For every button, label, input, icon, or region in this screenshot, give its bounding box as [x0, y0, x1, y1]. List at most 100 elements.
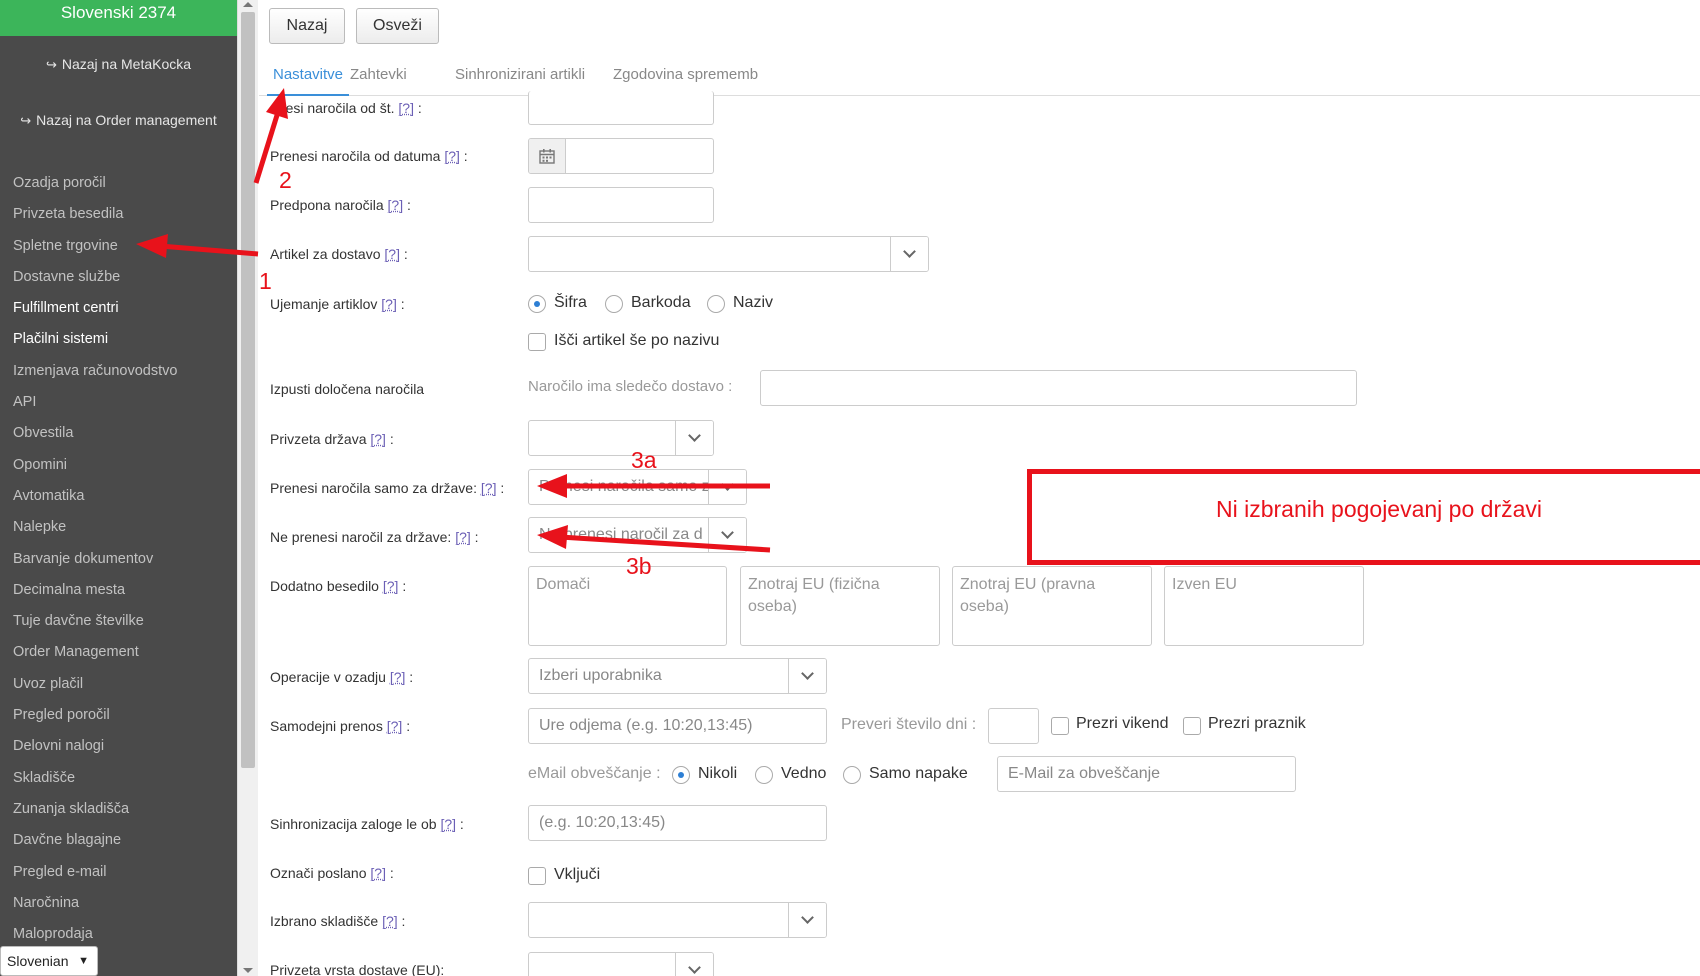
sidebar-item[interactable]: Izmenjava računovodstvo — [0, 356, 237, 387]
stock-sync-placeholder: (e.g. 10:20,13:45) — [539, 814, 666, 831]
match-name-radio[interactable] — [707, 295, 725, 313]
pickup-hours-input[interactable]: Ure odjema (e.g. 10:20,13:45) — [528, 708, 827, 744]
annotation-number-1: 1 — [259, 268, 272, 294]
sidebar-item[interactable]: Fulfillment centri — [0, 293, 237, 324]
extra-text-label: Dodatno besedilo [?] : — [270, 578, 407, 594]
scrollbar[interactable] — [237, 0, 258, 976]
help-link[interactable]: [?] — [440, 816, 456, 832]
sign-out-icon: ↪ — [45, 57, 57, 72]
sidebar-item[interactable]: API — [0, 387, 237, 418]
sidebar-item[interactable]: Obvestila — [0, 418, 237, 449]
sidebar-menu: Ozadja poročil Privzeta besedila Spletne t… — [0, 168, 237, 950]
help-link[interactable]: [?] — [384, 246, 400, 262]
extra-text-eu-company[interactable]: Znotraj EU (pravna oseba) — [952, 566, 1152, 646]
help-link[interactable]: [?] — [388, 197, 404, 213]
language-value: Slovenian — [7, 953, 69, 969]
match-code-radio[interactable] — [528, 295, 546, 313]
only-countries-select[interactable]: Prenesi naročila samo z — [528, 469, 747, 505]
help-link[interactable]: [?] — [382, 913, 398, 929]
sidebar-item[interactable]: Delovni nalogi — [0, 731, 237, 762]
refresh-button[interactable]: Osveži — [356, 8, 439, 44]
help-link[interactable]: [?] — [381, 296, 397, 312]
annotation-box: Ni izbranih pogojevanj po državi — [1027, 469, 1700, 565]
sidebar-item[interactable]: Pregled e-mail — [0, 857, 237, 888]
orders-from-number-input[interactable] — [528, 91, 714, 125]
default-delivery-eu-select[interactable] — [528, 952, 714, 976]
sidebar-item[interactable]: Ozadja poročil — [0, 168, 237, 199]
chevron-down-icon: ▼ — [78, 955, 89, 967]
tab-requests[interactable]: Zahtevki — [344, 62, 413, 96]
sidebar-item[interactable]: Opomini — [0, 450, 237, 481]
sidebar-item[interactable]: Barvanje dokumentov — [0, 544, 237, 575]
sidebar-item[interactable]: Naročnina — [0, 888, 237, 919]
calendar-icon[interactable] — [529, 139, 566, 173]
default-country-select[interactable] — [528, 420, 714, 456]
help-link[interactable]: [?] — [481, 480, 497, 496]
help-link[interactable]: [?] — [383, 578, 399, 594]
help-link[interactable]: [?] — [398, 100, 414, 116]
email-never-label: Nikoli — [698, 765, 738, 782]
email-errors-only-radio[interactable] — [843, 766, 861, 784]
exclude-countries-select[interactable]: Ne prenesi naročil za d — [528, 517, 747, 553]
sidebar-item[interactable]: Tuje davčne številke — [0, 606, 237, 637]
select-user-select[interactable]: Izberi uporabnika — [528, 658, 827, 694]
order-prefix-input[interactable] — [528, 187, 714, 223]
delivery-article-select[interactable] — [528, 236, 929, 272]
skip-weekend-checkbox[interactable] — [1051, 717, 1069, 735]
sidebar-item[interactable]: Zunanja skladišča — [0, 794, 237, 825]
help-link[interactable]: [?] — [444, 148, 460, 164]
scroll-down-arrow-icon[interactable] — [243, 968, 253, 973]
sidebar-item[interactable]: Avtomatika — [0, 481, 237, 512]
sidebar-item[interactable]: Privzeta besedila — [0, 199, 237, 230]
scroll-up-arrow-icon[interactable] — [243, 2, 253, 7]
skip-condition-label: Naročilo ima sledečo dostavo : — [528, 378, 733, 395]
back-button[interactable]: Nazaj — [269, 8, 345, 44]
email-never-radio[interactable] — [672, 766, 690, 784]
annotation-number-2: 2 — [279, 167, 292, 193]
language-select[interactable]: Slovenian ▼ — [0, 946, 98, 976]
scroll-thumb[interactable] — [241, 12, 255, 768]
sidebar-item[interactable]: Decimalna mesta — [0, 575, 237, 606]
email-always-label: Vedno — [781, 765, 827, 782]
match-barcode-radio[interactable] — [605, 295, 623, 313]
help-link[interactable]: [?] — [455, 529, 471, 545]
sign-out-icon: ↪ — [20, 113, 32, 128]
sidebar-item[interactable]: Uvoz plačil — [0, 669, 237, 700]
sidebar-item[interactable]: Pregled poročil — [0, 700, 237, 731]
stock-sync-input[interactable]: (e.g. 10:20,13:45) — [528, 805, 827, 841]
sidebar-item[interactable]: Nalepke — [0, 512, 237, 543]
default-country-label: Privzeta država [?] : — [270, 431, 394, 447]
sidebar-item[interactable]: Skladišče — [0, 763, 237, 794]
sidebar-item[interactable]: Plačilni sistemi — [0, 324, 237, 355]
skip-delivery-input[interactable] — [760, 370, 1357, 406]
chevron-down-icon — [890, 237, 928, 271]
chevron-down-icon — [788, 903, 826, 937]
extra-text-outside-eu[interactable]: Izven EU — [1164, 566, 1364, 646]
help-link[interactable]: [?] — [370, 431, 386, 447]
back-to-order-management-link[interactable]: ↪ Nazaj na Order management — [0, 112, 237, 129]
auto-transfer-label: Samodejni prenos [?] : — [270, 718, 411, 734]
mark-sent-checkbox[interactable] — [528, 867, 546, 885]
skip-holiday-checkbox[interactable] — [1183, 717, 1201, 735]
help-link[interactable]: [?] — [387, 718, 403, 734]
tab-settings[interactable]: Nastavitve — [267, 62, 350, 96]
check-days-input[interactable] — [988, 708, 1039, 744]
chevron-down-icon — [708, 518, 746, 552]
selected-warehouse-select[interactable] — [528, 902, 827, 938]
orders-from-date-input[interactable] — [528, 138, 714, 174]
email-always-radio[interactable] — [755, 766, 773, 784]
sidebar-item[interactable]: Davčne blagajne — [0, 825, 237, 856]
help-link[interactable]: [?] — [370, 865, 386, 881]
sidebar-item[interactable]: Order Management — [0, 637, 237, 668]
notify-email-input[interactable]: E-Mail za obveščanje — [997, 756, 1296, 792]
order-prefix-label: Predpona naročila [?] : — [270, 197, 411, 213]
help-link[interactable]: [?] — [390, 669, 406, 685]
extra-text-eu-individual[interactable]: Znotraj EU (fizična oseba) — [740, 566, 940, 646]
back-to-metakocka-label: Nazaj na MetaKocka — [61, 56, 192, 72]
search-by-name-checkbox[interactable] — [528, 333, 546, 351]
sidebar-item[interactable]: Dostavne službe — [0, 262, 237, 293]
sidebar-item[interactable]: Spletne trgovine — [0, 231, 237, 262]
annotation-number-3a: 3a — [631, 447, 657, 473]
back-to-metakocka-link[interactable]: ↪ Nazaj na MetaKocka — [0, 56, 237, 73]
match-barcode-label: Barkoda — [631, 294, 691, 311]
